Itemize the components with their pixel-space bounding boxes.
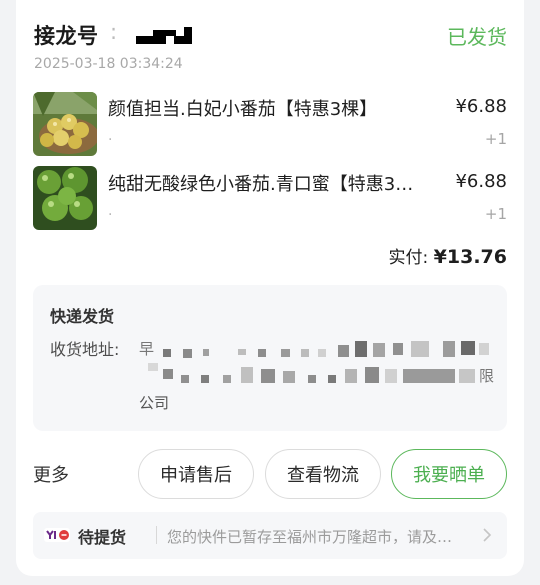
product-name: 颜值担当.白妃小番茄【特惠3棵】 xyxy=(108,99,378,120)
order-timestamp: 2025-03-18 03:34:24 xyxy=(34,56,183,72)
share-review-button[interactable]: 我要晒单 xyxy=(391,449,507,499)
payment-total: 实付: ¥13.76 xyxy=(389,243,507,268)
address-last-line: 公司 xyxy=(139,394,170,412)
courier-logo-icon xyxy=(44,528,70,542)
address-tail-char: 限 xyxy=(479,367,495,385)
view-logistics-button[interactable]: 查看物流 xyxy=(265,449,381,499)
product-spec: . xyxy=(108,203,113,219)
tracking-message: 您的快件已暂存至福州市万隆超市，请及时取件 xyxy=(167,528,467,546)
order-status: 已发货 xyxy=(447,25,507,49)
product-spec: . xyxy=(108,128,113,144)
order-number-label: 接龙号 xyxy=(34,24,99,48)
shipping-method: 快递发货 xyxy=(50,307,115,326)
product-price: ¥6.88 xyxy=(455,171,507,192)
address-first-char: 早 xyxy=(139,340,155,358)
product-price: ¥6.88 xyxy=(455,96,507,117)
more-options[interactable]: 更多 xyxy=(33,461,69,487)
product-quantity: +1 xyxy=(484,130,507,148)
tracking-banner[interactable]: 待提货 您的快件已暂存至福州市万隆超市，请及时取件 xyxy=(33,512,507,559)
payment-amount: ¥13.76 xyxy=(433,246,507,268)
tracking-status: 待提货 xyxy=(78,528,127,547)
after-sales-button[interactable]: 申请售后 xyxy=(138,449,254,499)
divider xyxy=(156,526,157,544)
chevron-right-icon xyxy=(483,528,492,542)
product-thumbnail[interactable] xyxy=(33,166,97,230)
payment-label: 实付: xyxy=(388,248,429,268)
product-thumbnail[interactable] xyxy=(33,92,97,156)
address-label: 收货地址: xyxy=(50,340,120,359)
order-number-colon: : xyxy=(110,20,118,44)
product-name: 纯甜无酸绿色小番茄.青口蜜【特惠3棵】 xyxy=(108,174,430,195)
product-quantity: +1 xyxy=(484,205,507,223)
shipping-info: 快递发货 收货地址: 早 限 公司 xyxy=(33,285,507,431)
order-card: 接龙号 : 已发货 2025-03-18 03:34:24 颜值担当.白妃小番茄… xyxy=(16,0,524,576)
